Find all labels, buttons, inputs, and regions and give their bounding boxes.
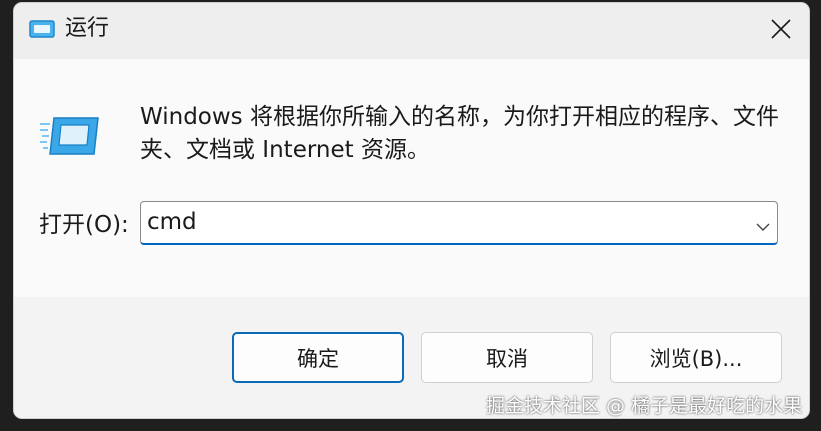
- ok-button[interactable]: 确定: [232, 332, 404, 383]
- open-combobox[interactable]: [140, 201, 778, 245]
- run-icon: [40, 116, 100, 156]
- close-button[interactable]: [752, 3, 809, 59]
- browse-button[interactable]: 浏览(B)...: [610, 332, 782, 383]
- window-title: 运行: [65, 16, 110, 41]
- watermark: 掘金技术社区 @ 橘子是最好吃的水果: [486, 395, 803, 417]
- open-label: 打开(O):: [39, 212, 129, 238]
- title-bar: 运行: [14, 3, 809, 59]
- description-text: Windows 将根据你所输入的名称，为你打开相应的程序、文件夹、文档或 Int…: [140, 104, 779, 163]
- dialog-content: Windows 将根据你所输入的名称，为你打开相应的程序、文件夹、文档或 Int…: [14, 59, 809, 297]
- chevron-down-icon[interactable]: [756, 217, 770, 231]
- run-icon: [28, 19, 56, 39]
- close-icon: [770, 19, 791, 43]
- cancel-button[interactable]: 取消: [421, 332, 593, 383]
- open-input[interactable]: [147, 205, 737, 239]
- run-dialog: 运行 Windows 将根据你所输入的名称，为你打开相应的程序、文件夹、文档或 …: [14, 3, 809, 418]
